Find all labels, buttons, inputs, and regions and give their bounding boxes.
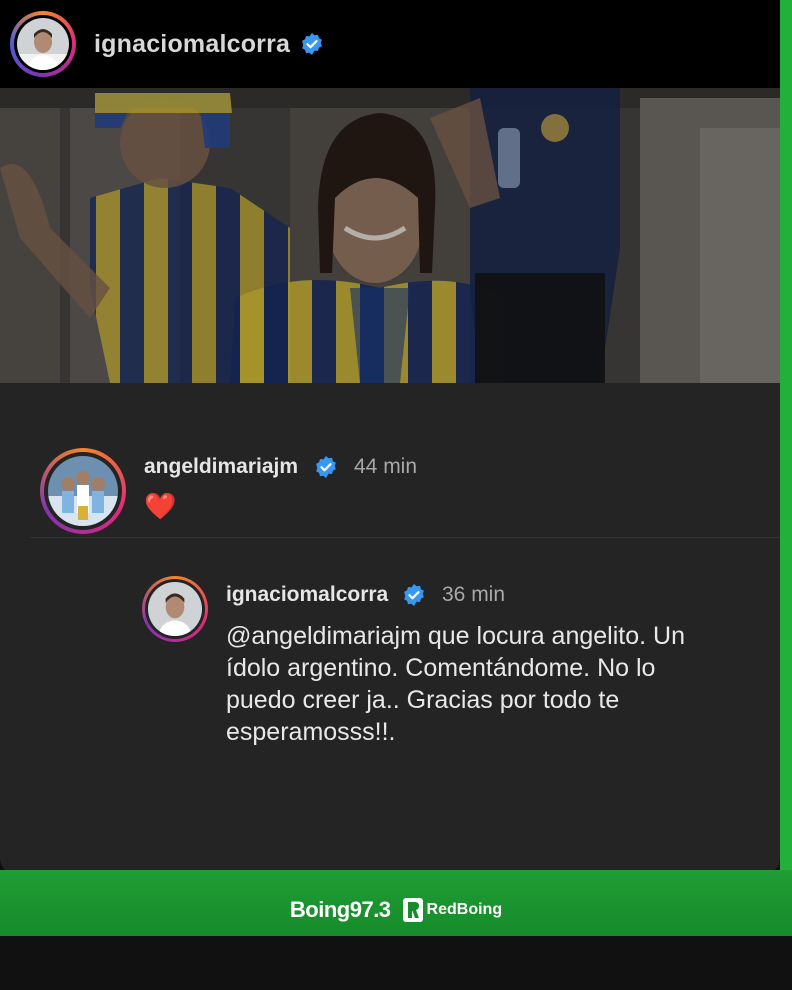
comment-username[interactable]: angeldimariajm xyxy=(144,455,298,479)
reply-text: @angeldimariajm que locura angelito. Un … xyxy=(226,620,726,748)
screenshot-frame: ignaciomalcorra angeldimariajm 44 min ❤️… xyxy=(0,0,792,990)
post-author-username[interactable]: ignaciomalcorra xyxy=(94,30,290,59)
reply-timestamp: 36 min xyxy=(442,583,506,606)
post-photo xyxy=(0,88,780,383)
verified-badge-icon xyxy=(402,583,426,607)
comment-text-heart: ❤️ xyxy=(144,491,177,521)
comment-avatar-ignaciomalcorra[interactable] xyxy=(142,576,208,642)
footer-dark-band xyxy=(0,936,792,990)
redboing-brand-text: RedBoing xyxy=(426,901,503,918)
verified-badge-icon xyxy=(314,455,338,479)
brand-logo-text: Boing97.3 xyxy=(289,897,391,922)
post-author-avatar[interactable] xyxy=(10,11,76,77)
footer-branding: Boing97.3 RedBoing xyxy=(0,882,792,938)
post-header: ignaciomalcorra xyxy=(0,0,780,88)
reply-mention-link[interactable]: @angeldimariajm xyxy=(226,622,421,650)
comment-avatar-angeldimariajm[interactable] xyxy=(40,448,126,534)
comment-timestamp: 44 min xyxy=(354,455,418,478)
side-accent-strip xyxy=(780,0,792,880)
redboing-logo-icon xyxy=(402,898,423,922)
reply-username[interactable]: ignaciomalcorra xyxy=(226,583,388,607)
comment-divider xyxy=(30,537,780,538)
verified-badge-icon xyxy=(300,32,324,56)
